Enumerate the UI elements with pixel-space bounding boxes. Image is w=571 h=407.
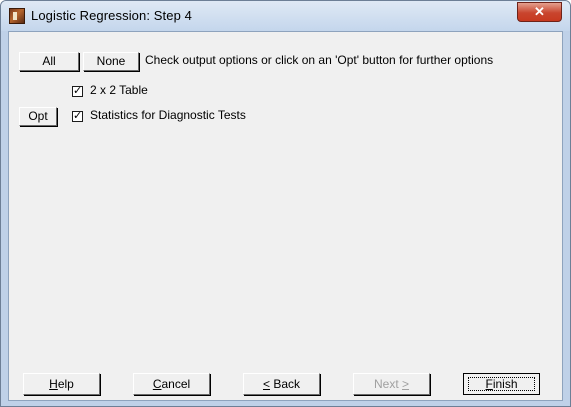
back-label: Back (270, 377, 301, 391)
dialog-body: All None Check output options or click o… (8, 31, 563, 401)
all-button[interactable]: All (19, 52, 79, 71)
help-button[interactable]: Help (23, 373, 100, 395)
next-label: Next (373, 377, 402, 391)
title-bar[interactable]: Logistic Regression: Step 4 ✕ (1, 1, 570, 31)
back-button[interactable]: < Back (243, 373, 320, 395)
opt-button-diagnostic-tests[interactable]: Opt (19, 107, 57, 126)
next-mnemonic: > (402, 377, 410, 391)
checkbox-2x2-table[interactable]: ✓ (72, 86, 83, 97)
help-label: elp (57, 377, 74, 391)
help-mnemonic: H (49, 377, 58, 391)
window-title: Logistic Regression: Step 4 (31, 8, 192, 23)
cancel-label: ancel (161, 377, 191, 391)
finish-mnemonic: F (485, 377, 493, 391)
option-label-diagnostic-tests: Statistics for Diagnostic Tests (90, 108, 246, 122)
back-mnemonic: < (262, 377, 270, 391)
finish-button[interactable]: Finish (463, 373, 540, 395)
close-icon: ✕ (534, 4, 545, 19)
close-button[interactable]: ✕ (517, 2, 562, 22)
app-icon (9, 8, 25, 24)
dialog-window: Logistic Regression: Step 4 ✕ All None C… (0, 0, 571, 407)
option-label-2x2-table: 2 x 2 Table (90, 83, 148, 97)
checkbox-diagnostic-tests[interactable]: ✓ (72, 111, 83, 122)
finish-label: inish (492, 377, 518, 391)
cancel-button[interactable]: Cancel (133, 373, 210, 395)
next-button[interactable]: Next > (353, 373, 430, 395)
instruction-text: Check output options or click on an 'Opt… (145, 53, 494, 67)
none-button[interactable]: None (83, 52, 139, 71)
